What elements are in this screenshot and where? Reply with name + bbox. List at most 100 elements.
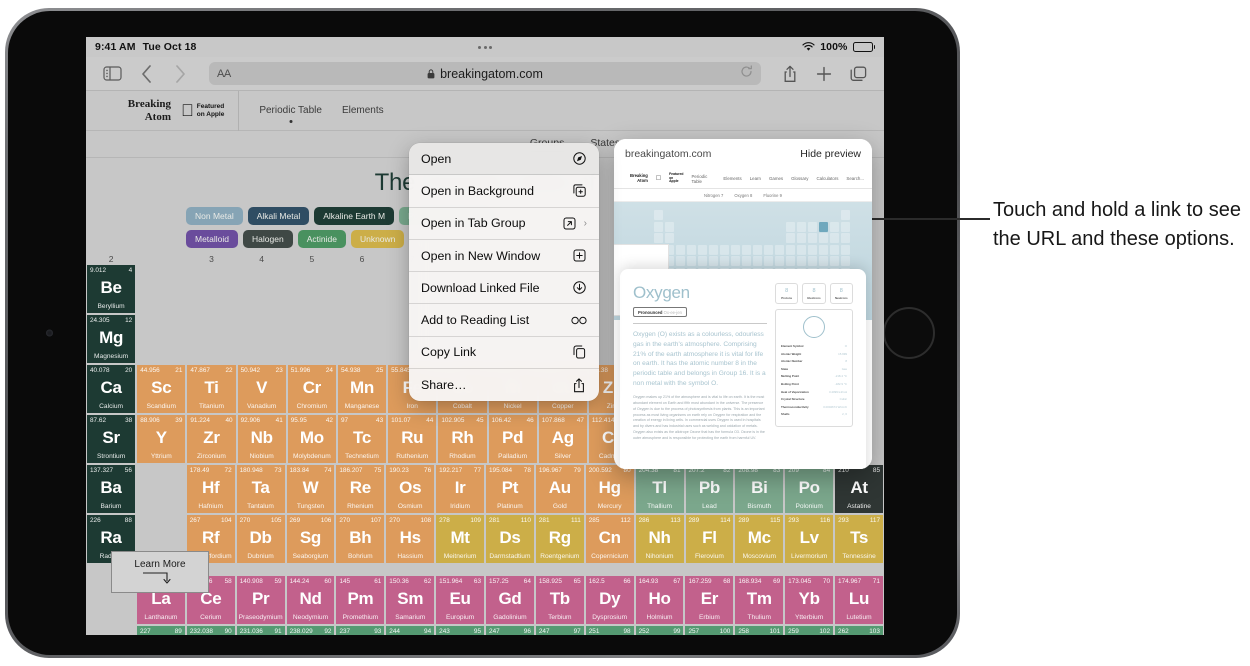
- url-bar[interactable]: AA breakingatom.com: [209, 62, 761, 85]
- element-cell[interactable]: 232.03890ThThorium: [185, 625, 236, 635]
- element-cell[interactable]: 278 109 Mt Meitnerium: [435, 514, 485, 564]
- element-cell[interactable]: 269 106 Sg Seaborgium: [285, 514, 336, 564]
- element-cell[interactable]: 50.942 23 V Vanadium: [236, 364, 287, 414]
- learn-more-button[interactable]: Learn More: [111, 551, 209, 593]
- element-cell[interactable]: 209 84 Po Polonium: [784, 464, 835, 514]
- element-cell[interactable]: 257100FmFermium: [684, 625, 735, 635]
- element-cell[interactable]: 150.36 62 Sm Samarium: [385, 575, 436, 625]
- element-cell[interactable]: 47.867 22 Ti Titanium: [186, 364, 237, 414]
- nav-item-elements[interactable]: Elements: [342, 105, 384, 116]
- context-menu-item-3[interactable]: Open in New Window: [409, 240, 599, 273]
- element-cell[interactable]: 270 107 Bh Bohrium: [335, 514, 386, 564]
- element-cell[interactable]: 87.62 38 Sr Strontium: [86, 414, 137, 464]
- element-cell[interactable]: 54.938 25 Mn Manganese: [336, 364, 388, 414]
- element-cell[interactable]: 23793NpNeptunium: [335, 625, 386, 635]
- element-cell[interactable]: 157.25 64 Gd Gadolinium: [485, 575, 535, 625]
- element-cell[interactable]: 51.996 24 Cr Chromium: [286, 364, 337, 414]
- element-cell[interactable]: 140.908 59 Pr Praseodymium: [235, 575, 286, 625]
- element-cell[interactable]: 180.948 73 Ta Tantalum: [235, 464, 286, 514]
- element-cell[interactable]: 92.906 41 Nb Niobium: [236, 414, 287, 464]
- element-cell[interactable]: 101.07 44 Ru Ruthenium: [387, 414, 438, 464]
- element-cell[interactable]: 95.95 42 Mo Molybdenum: [286, 414, 337, 464]
- legend-pill-7[interactable]: Unknown: [350, 230, 405, 248]
- element-cell[interactable]: 174.967 71 Lu Lutetium: [834, 575, 884, 625]
- element-cell[interactable]: 207.2 82 Pb Lead: [684, 464, 735, 514]
- element-cell[interactable]: 196.967 79 Au Gold: [534, 464, 585, 514]
- element-cell[interactable]: 262103LrLawrencium: [834, 625, 884, 635]
- element-cell[interactable]: 286 113 Nh Nihonium: [634, 514, 685, 564]
- legend-pill-5[interactable]: Halogen: [243, 230, 293, 248]
- element-cell[interactable]: 106.42 46 Pd Palladium: [487, 414, 538, 464]
- element-cell[interactable]: 44.956 21 Sc Scandium: [136, 364, 187, 414]
- hide-preview-button[interactable]: Hide preview: [800, 148, 861, 160]
- element-cell[interactable]: 293 117 Ts Tennessine: [834, 514, 884, 564]
- home-button[interactable]: [883, 307, 935, 359]
- element-cell[interactable]: 195.084 78 Pt Platinum: [485, 464, 535, 514]
- context-menu-item-4[interactable]: Download Linked File: [409, 272, 599, 305]
- forward-button[interactable]: [163, 60, 197, 88]
- text-size-button[interactable]: AA: [217, 68, 231, 80]
- element-cell[interactable]: 289 115 Mc Moscovium: [734, 514, 785, 564]
- element-cell[interactable]: 137.327 56 Ba Barium: [86, 464, 136, 514]
- nav-item-periodic-table[interactable]: Periodic Table: [259, 105, 322, 116]
- element-cell[interactable]: 107.868 47 Ag Silver: [537, 414, 588, 464]
- element-cell[interactable]: 281 111 Rg Roentgenium: [534, 514, 585, 564]
- element-cell[interactable]: 151.964 63 Eu Europium: [435, 575, 486, 625]
- legend-pill-1[interactable]: Alkali Metal: [247, 207, 310, 225]
- element-cell[interactable]: 24797BkBerkelium: [534, 625, 585, 635]
- context-menu-item-7[interactable]: Share…: [409, 369, 599, 401]
- legend-pill-2[interactable]: Alkaline Earth M: [314, 207, 395, 225]
- element-cell[interactable]: 285 112 Cn Copernicium: [584, 514, 635, 564]
- element-cell[interactable]: 210 85 At Astatine: [834, 464, 884, 514]
- site-logo[interactable]: Breaking Atom: [86, 98, 181, 123]
- plus-icon[interactable]: [807, 60, 841, 88]
- element-cell[interactable]: 168.934 69 Tm Thulium: [734, 575, 785, 625]
- element-cell[interactable]: 178.49 72 Hf Hafnium: [185, 464, 236, 514]
- element-cell[interactable]: 102.905 45 Rh Rhodium: [437, 414, 488, 464]
- element-cell[interactable]: 258101MdMendelevium: [734, 625, 785, 635]
- element-cell[interactable]: 238.02992UUranium: [285, 625, 336, 635]
- element-cell[interactable]: 270 108 Hs Hassium: [385, 514, 436, 564]
- element-cell[interactable]: 183.84 74 W Tungsten: [285, 464, 336, 514]
- element-cell[interactable]: 25299EsEinsteinium: [634, 625, 685, 635]
- element-cell[interactable]: 24494PuPlutonium: [385, 625, 436, 635]
- legend-pill-0[interactable]: Non Metal: [186, 207, 243, 225]
- element-cell[interactable]: 91.224 40 Zr Zirconium: [186, 414, 237, 464]
- sidebar-icon[interactable]: [95, 60, 129, 88]
- element-cell[interactable]: 167.259 68 Er Erbium: [684, 575, 735, 625]
- context-menu-item-6[interactable]: Copy Link: [409, 337, 599, 370]
- element-cell[interactable]: 88.906 39 Y Yttrium: [136, 414, 187, 464]
- element-cell[interactable]: 293 116 Lv Livermorium: [784, 514, 835, 564]
- context-menu-item-5[interactable]: Add to Reading List: [409, 304, 599, 337]
- share-icon[interactable]: [773, 60, 807, 88]
- element-cell[interactable]: 162.5 66 Dy Dysprosium: [584, 575, 635, 625]
- tabs-icon[interactable]: [841, 60, 875, 88]
- element-cell[interactable]: 231.03691PaProtactinium: [235, 625, 286, 635]
- element-cell[interactable]: 9.012 4 Be Beryllium: [86, 264, 137, 314]
- element-cell[interactable]: 190.23 76 Os Osmium: [385, 464, 436, 514]
- element-cell[interactable]: 208.98 83 Bi Bismuth: [734, 464, 785, 514]
- element-cell[interactable]: 173.045 70 Yb Ytterbium: [784, 575, 835, 625]
- back-button[interactable]: [129, 60, 163, 88]
- element-cell[interactable]: 289 114 Fl Flerovium: [684, 514, 735, 564]
- element-cell[interactable]: 40.078 20 Ca Calcium: [86, 364, 137, 414]
- element-cell[interactable]: 25198CfCalifornium: [584, 625, 635, 635]
- element-cell[interactable]: 270 105 Db Dubnium: [235, 514, 286, 564]
- element-cell[interactable]: 144.24 60 Nd Neodymium: [285, 575, 336, 625]
- element-cell[interactable]: 281 110 Ds Darmstadtium: [485, 514, 535, 564]
- element-cell[interactable]: 24796CmCurium: [485, 625, 535, 635]
- legend-pill-4[interactable]: Metalloid: [186, 230, 239, 248]
- element-cell[interactable]: 24395AmAmericium: [435, 625, 486, 635]
- element-cell[interactable]: 192.217 77 Ir Iridium: [435, 464, 485, 514]
- element-cell[interactable]: 158.925 65 Tb Terbium: [534, 575, 585, 625]
- element-cell[interactable]: 204.38 81 Tl Thallium: [634, 464, 685, 514]
- element-cell[interactable]: 186.207 75 Re Rhenium: [335, 464, 386, 514]
- element-cell[interactable]: 145 61 Pm Promethium: [335, 575, 386, 625]
- element-cell[interactable]: 200.592 80 Hg Mercury: [584, 464, 635, 514]
- reload-icon[interactable]: [740, 64, 753, 83]
- context-menu-item-0[interactable]: Open: [409, 143, 599, 176]
- element-cell[interactable]: 97 43 Tc Technetium: [336, 414, 388, 464]
- element-cell[interactable]: 259102NoNobelium: [784, 625, 835, 635]
- context-menu-item-2[interactable]: Open in Tab Group ›: [409, 208, 599, 240]
- element-cell[interactable]: 22789AcActinium: [136, 625, 186, 635]
